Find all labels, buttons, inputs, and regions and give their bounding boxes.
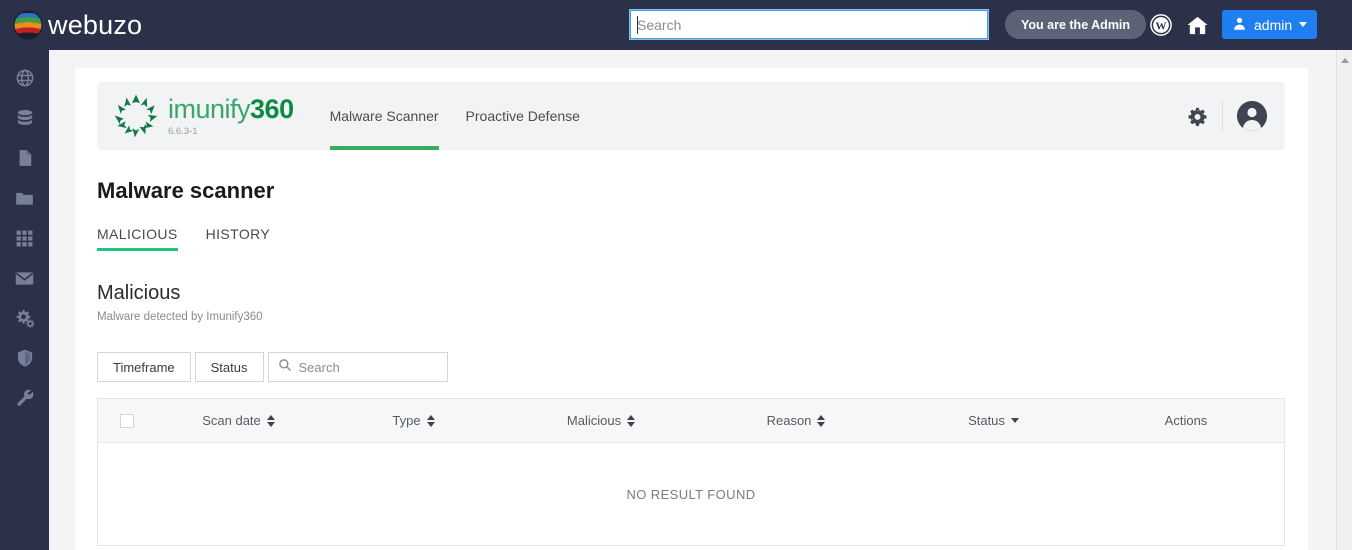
imunify360-logo: imunify360 6.6.3-1 [113,93,294,139]
admin-label: admin [1254,16,1293,33]
sort-icon-reason[interactable] [817,414,826,427]
column-label-status: Status [968,413,1005,428]
home-icon[interactable] [1184,12,1210,38]
column-header-reason[interactable]: Reason [696,413,896,428]
sidebar-item-databases[interactable] [0,98,49,138]
select-all-checkbox[interactable] [120,413,134,428]
imunify-tabs: Malware Scanner Proactive Defense [329,82,580,150]
brand[interactable]: webuzo [12,9,142,41]
envelope-icon [14,268,35,289]
user-icon [1232,16,1247,34]
table-search-input[interactable] [298,359,429,375]
global-search-box[interactable] [629,9,989,40]
filter-down-icon-status[interactable] [1010,418,1019,423]
imunify-name-bold: 360 [250,93,294,124]
table-body: NO RESULT FOUND [98,443,1284,545]
sidebar-item-settings[interactable] [0,298,49,338]
sidebar-item-folders[interactable] [0,178,49,218]
empty-state-message: NO RESULT FOUND [626,486,756,502]
header-divider [1222,101,1223,131]
filter-bar: Timeframe Status [97,352,448,382]
column-label-type: Type [392,413,421,428]
wordpress-icon[interactable]: W [1148,12,1174,38]
sidebar-item-domains[interactable] [0,58,49,98]
gears-icon [14,307,36,329]
admin-status-badge: You are the Admin [1005,10,1147,39]
svg-text:W: W [1156,21,1167,33]
imunify-version: 6.6.3-1 [168,125,198,137]
admin-menu-button[interactable]: admin [1222,10,1318,39]
imunify-tab-malware-scanner[interactable]: Malware Scanner [329,82,439,150]
sidebar-item-security[interactable] [0,338,49,378]
column-label-malicious: Malicious [566,413,622,428]
imunify-name-light: imunify [168,93,251,124]
search-icon [278,358,292,377]
column-header-actions: Actions [1091,413,1281,428]
imunify360-wordmark: imunify360 6.6.3-1 [168,93,294,137]
column-header-type[interactable]: Type [321,413,506,428]
top-header-bar: webuzo You are the Admin W [0,0,1352,50]
scroll-up-arrow-icon[interactable] [1341,58,1349,63]
wrench-icon [15,388,35,408]
page-title: Malware scanner [97,178,275,203]
sidebar-item-tools[interactable] [0,378,49,418]
globe-icon [15,68,35,88]
shield-icon [15,348,35,368]
page-tabs: MALICIOUS HISTORY [97,226,270,251]
folder-icon [14,188,35,209]
select-all-cell[interactable] [98,413,156,428]
database-icon [15,108,35,128]
sort-icon-malicious[interactable] [627,414,636,427]
app-root: webuzo You are the Admin W [0,0,1352,550]
column-label-actions: Actions [1164,413,1208,428]
imunify-tab-proactive-defense[interactable]: Proactive Defense [466,82,580,150]
column-header-status[interactable]: Status [896,413,1091,428]
grid-icon [15,229,34,248]
page-scrollbar[interactable] [1336,50,1352,550]
tab-history[interactable]: HISTORY [206,226,271,251]
text-cursor [637,16,638,34]
webuzo-globe-logo-icon [12,9,44,41]
malicious-table: Scan date Type Malicious Reason Status A… [97,398,1285,546]
sort-icon-type[interactable] [426,414,435,427]
scrollbar-track[interactable] [1338,50,1352,550]
tab-malicious[interactable]: MALICIOUS [97,226,178,251]
section-title: Malicious [97,282,181,304]
sidebar-item-apps[interactable] [0,218,49,258]
chevron-down-icon [1299,22,1308,27]
status-filter-button[interactable]: Status [194,352,264,382]
section-subtitle: Malware detected by Imunify360 [97,311,263,323]
sidebar-item-email[interactable] [0,258,49,298]
user-avatar-icon[interactable] [1237,101,1267,131]
column-header-scan-date[interactable]: Scan date [156,413,321,428]
gear-icon[interactable] [1186,105,1208,127]
table-search-box[interactable] [267,352,448,382]
imunify360-header-bar: imunify360 6.6.3-1 Malware Scanner Proac… [97,82,1285,150]
left-sidebar [0,50,49,550]
brand-name: webuzo [48,9,143,40]
sort-icon-scan-date[interactable] [266,414,275,427]
imunify360-star-icon [113,93,159,139]
timeframe-filter-button[interactable]: Timeframe [97,352,191,382]
file-icon [15,148,35,168]
sidebar-item-files[interactable] [0,138,49,178]
column-label-reason: Reason [766,413,812,428]
imunify-header-actions [1186,82,1267,150]
table-header-row: Scan date Type Malicious Reason Status A… [98,399,1284,443]
search-input[interactable] [637,16,987,33]
column-header-malicious[interactable]: Malicious [506,413,696,428]
column-label-scan-date: Scan date [202,413,261,428]
